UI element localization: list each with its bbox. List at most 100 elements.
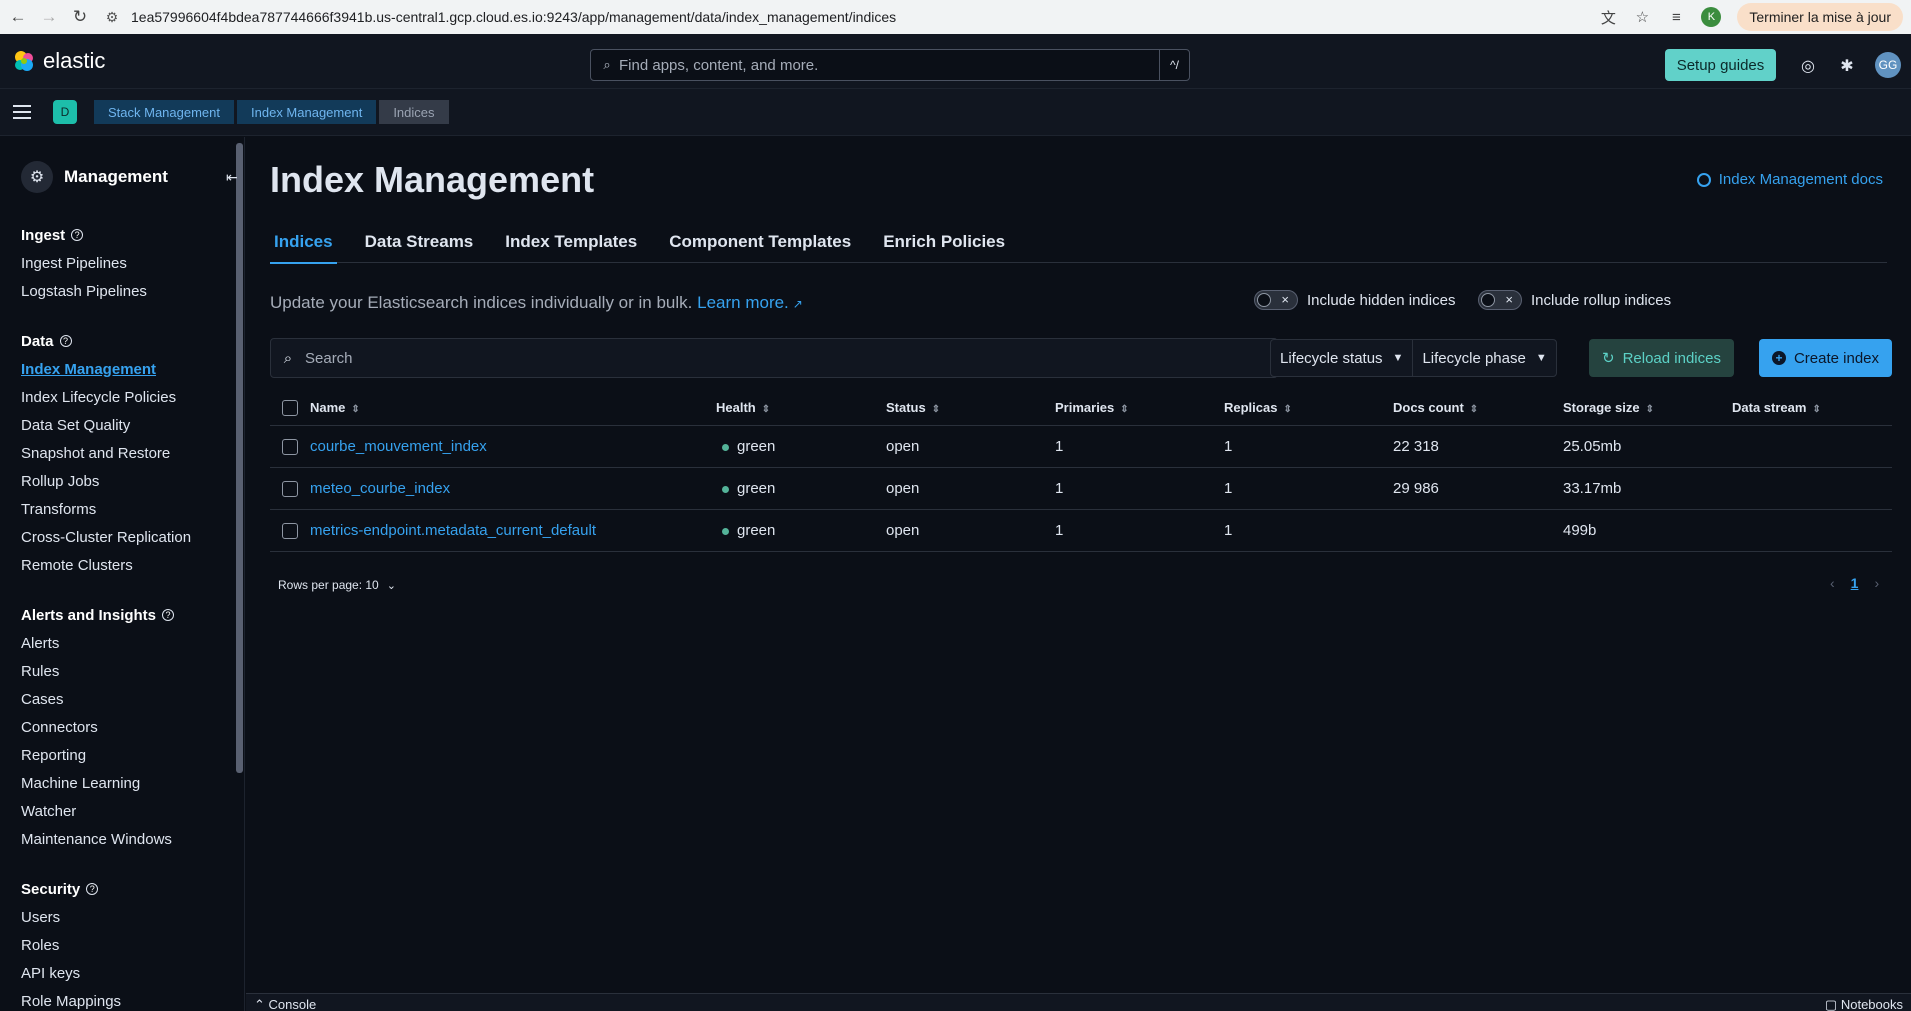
- help-menu-icon[interactable]: ◎: [1798, 56, 1818, 76]
- column-header-docs-count[interactable]: Docs count ⇕: [1393, 400, 1563, 415]
- indices-table: Name ⇕ Health ⇕ Status ⇕ Primaries ⇕ Replica…: [270, 390, 1892, 552]
- bookmark-star-icon[interactable]: ☆: [1633, 8, 1651, 26]
- sidebar-item-reporting[interactable]: Reporting: [21, 741, 244, 769]
- question-icon[interactable]: ?: [59, 335, 72, 347]
- sidebar-item-watcher[interactable]: Watcher: [21, 797, 244, 825]
- select-all-checkbox[interactable]: [282, 399, 298, 416]
- rows-per-page-select[interactable]: Rows per page: 10 ⌄: [278, 578, 396, 592]
- lifecycle-phase-filter[interactable]: Lifecycle phase ▼: [1412, 340, 1555, 376]
- browser-update-button[interactable]: Terminer la mise à jour: [1737, 3, 1903, 31]
- tab-data-streams[interactable]: Data Streams: [361, 221, 478, 263]
- lifecycle-filter-group: Lifecycle status ▼ Lifecycle phase ▼: [1270, 339, 1557, 377]
- notebooks-toggle[interactable]: ▢ Notebooks: [1825, 997, 1903, 1011]
- next-page-icon[interactable]: ›: [1874, 575, 1879, 591]
- sidebar-item-remote-clusters[interactable]: Remote Clusters: [21, 551, 244, 579]
- sidebar-item-roles[interactable]: Roles: [21, 931, 244, 959]
- sidebar-item-transforms[interactable]: Transforms: [21, 495, 244, 523]
- sidebar-item-index-lifecycle-policies[interactable]: Index Lifecycle Policies: [21, 383, 244, 411]
- sidebar-item-data-set-quality[interactable]: Data Set Quality: [21, 411, 244, 439]
- elastic-logo[interactable]: elastic: [13, 48, 105, 74]
- reload-icon[interactable]: ↻: [67, 4, 93, 30]
- sidebar-item-index-management[interactable]: Index Management: [21, 355, 244, 383]
- question-icon[interactable]: ?: [86, 883, 99, 895]
- tab-indices[interactable]: Indices: [270, 221, 337, 264]
- column-header-primaries[interactable]: Primaries ⇕: [1055, 400, 1224, 415]
- tab-enrich-policies[interactable]: Enrich Policies: [879, 221, 1009, 263]
- health-cell: green: [716, 438, 886, 455]
- column-header-data-stream[interactable]: Data stream ⇕: [1732, 400, 1892, 415]
- row-checkbox[interactable]: [282, 438, 298, 455]
- site-info-icon[interactable]: ⚙: [101, 9, 123, 26]
- column-label: Replicas: [1224, 400, 1278, 415]
- breadcrumb-index-management[interactable]: Index Management: [237, 100, 377, 124]
- sidebar-item-logstash-pipelines[interactable]: Logstash Pipelines: [21, 277, 244, 305]
- tab-component-templates[interactable]: Component Templates: [665, 221, 855, 263]
- main-content: Index Management Index Management docs I…: [246, 137, 1911, 993]
- sidebar-item-cases[interactable]: Cases: [21, 685, 244, 713]
- sidebar-item-connectors[interactable]: Connectors: [21, 713, 244, 741]
- row-checkbox[interactable]: [282, 480, 298, 497]
- sidebar-item-cross-cluster-replication[interactable]: Cross-Cluster Replication: [21, 523, 244, 551]
- user-avatar[interactable]: GG: [1875, 52, 1901, 78]
- menu-hamburger-icon[interactable]: [13, 105, 37, 119]
- column-header-name[interactable]: Name ⇕: [310, 400, 716, 415]
- sidebar-item-maintenance-windows[interactable]: Maintenance Windows: [21, 825, 244, 853]
- section-label: Data: [21, 332, 54, 350]
- forward-arrow-icon[interactable]: →: [36, 4, 62, 30]
- index-name-link[interactable]: meteo_courbe_index: [310, 480, 716, 497]
- sidebar-item-alerts[interactable]: Alerts: [21, 629, 244, 657]
- console-toggle[interactable]: ⌃ Console: [254, 997, 316, 1011]
- sidebar-item-api-keys[interactable]: API keys: [21, 959, 244, 987]
- sidebar-item-ingest-pipelines[interactable]: Ingest Pipelines: [21, 249, 244, 277]
- collapse-sidebar-icon[interactable]: ⇤: [226, 169, 238, 186]
- column-header-replicas[interactable]: Replicas ⇕: [1224, 400, 1393, 415]
- index-name-link[interactable]: courbe_mouvement_index: [310, 438, 716, 455]
- previous-page-icon[interactable]: ‹: [1830, 575, 1835, 591]
- page-number-button[interactable]: 1: [1851, 575, 1859, 591]
- translate-icon[interactable]: 文: [1599, 7, 1617, 28]
- row-select-cell: [270, 480, 310, 497]
- sidebar-item-snapshot-restore[interactable]: Snapshot and Restore: [21, 439, 244, 467]
- column-header-status[interactable]: Status ⇕: [886, 400, 1055, 415]
- column-header-health[interactable]: Health ⇕: [716, 400, 886, 415]
- index-name-link[interactable]: metrics-endpoint.metadata_current_defaul…: [310, 522, 716, 539]
- row-checkbox[interactable]: [282, 522, 298, 539]
- url-text: 1ea57996604f4bdea787744666f3941b.us-cent…: [131, 9, 897, 25]
- global-search-input[interactable]: ⌕ Find apps, content, and more. ^/: [590, 49, 1190, 81]
- setup-guides-button[interactable]: Setup guides: [1665, 49, 1776, 81]
- sort-icon: ⇕: [1283, 404, 1292, 415]
- tab-index-templates[interactable]: Index Templates: [501, 221, 641, 263]
- reload-indices-button[interactable]: ↻ Reload indices: [1589, 339, 1734, 377]
- sidebar-item-machine-learning[interactable]: Machine Learning: [21, 769, 244, 797]
- sidebar-item-rollup-jobs[interactable]: Rollup Jobs: [21, 467, 244, 495]
- section-label: Alerts and Insights: [21, 606, 157, 624]
- create-index-button[interactable]: + Create index: [1759, 339, 1892, 377]
- column-label: Data stream: [1732, 400, 1807, 415]
- address-bar[interactable]: ⚙ 1ea57996604f4bdea787744666f3941b.us-ce…: [101, 3, 1599, 31]
- sidebar-item-rules[interactable]: Rules: [21, 657, 244, 685]
- space-selector[interactable]: D: [53, 100, 77, 124]
- breadcrumb-stack-management[interactable]: Stack Management: [94, 100, 235, 124]
- news-feed-icon[interactable]: ✱: [1837, 56, 1857, 76]
- indices-search-input[interactable]: ⌕ Search: [270, 338, 1278, 378]
- media-control-icon[interactable]: ≡: [1667, 9, 1685, 26]
- sidebar-item-role-mappings[interactable]: Role Mappings: [21, 987, 244, 1011]
- include-rollup-toggle[interactable]: ×: [1478, 290, 1522, 310]
- sidebar-item-users[interactable]: Users: [21, 903, 244, 931]
- chevron-down-icon: ▼: [1535, 352, 1547, 364]
- table-row: meteo_courbe_index green open 1 1 29 986…: [270, 468, 1892, 510]
- question-icon[interactable]: ?: [71, 229, 84, 241]
- browser-profile-avatar[interactable]: K: [1701, 7, 1722, 27]
- sidebar-section-security: Security? Users Roles API keys Role Mapp…: [21, 875, 244, 1011]
- question-icon[interactable]: ?: [162, 609, 175, 621]
- sidebar-scrollbar[interactable]: [236, 143, 243, 773]
- storage-size-cell: 25.05mb: [1563, 438, 1622, 455]
- health-cell: green: [716, 522, 886, 539]
- learn-more-link[interactable]: Learn more.: [697, 293, 789, 312]
- include-hidden-toggle[interactable]: ×: [1254, 290, 1298, 310]
- back-arrow-icon[interactable]: ←: [5, 4, 31, 30]
- index-management-docs-link[interactable]: Index Management docs: [1696, 171, 1883, 188]
- lifecycle-status-filter[interactable]: Lifecycle status ▼: [1271, 340, 1412, 376]
- page-description: Update your Elasticsearch indices indivi…: [270, 293, 803, 313]
- column-header-storage-size[interactable]: Storage size ⇕: [1563, 400, 1732, 415]
